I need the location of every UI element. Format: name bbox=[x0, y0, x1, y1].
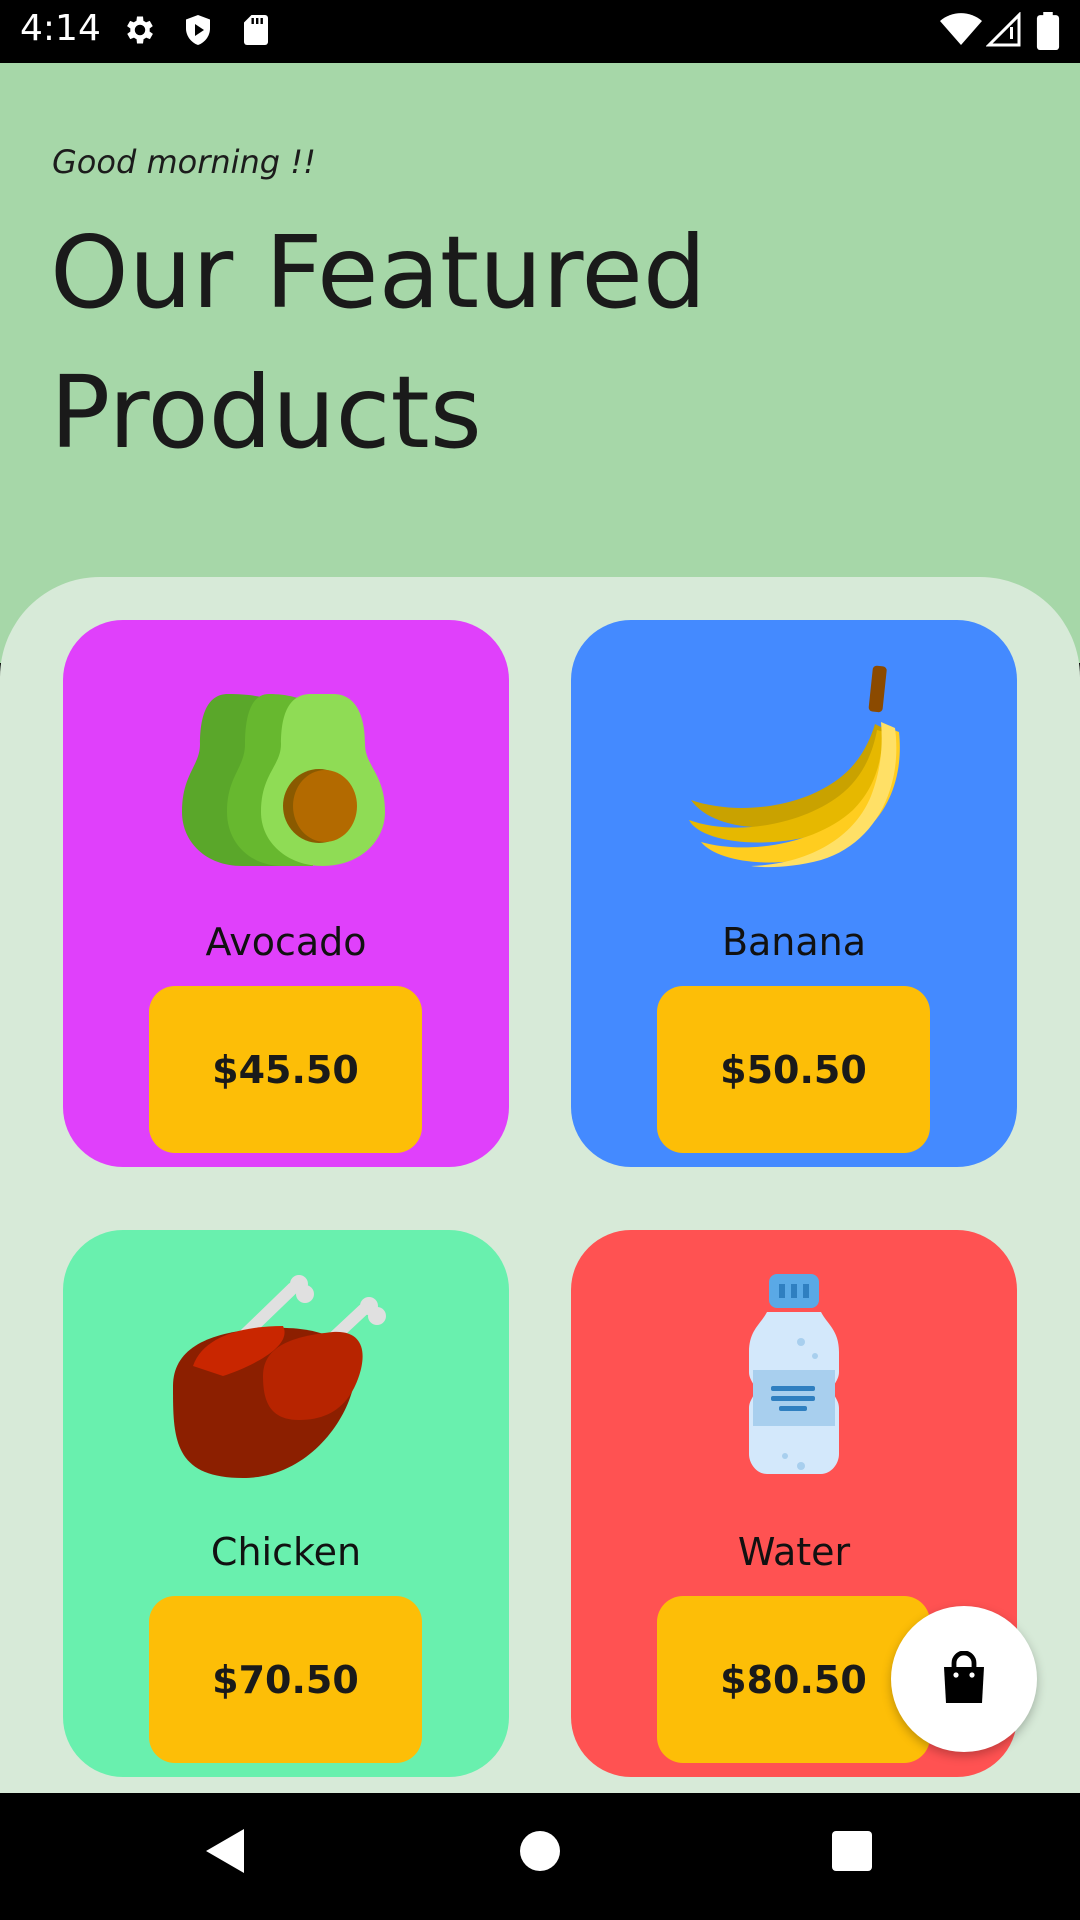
home-icon[interactable] bbox=[516, 1823, 572, 1879]
product-card-avocado[interactable]: Avocado $45.50 bbox=[63, 620, 509, 1167]
greeting-text: Good morning !! bbox=[52, 143, 316, 181]
status-time: 4:14 bbox=[20, 8, 101, 49]
product-card-chicken[interactable]: Chicken $70.50 bbox=[63, 1230, 509, 1777]
price-button[interactable]: $80.50 bbox=[657, 1596, 930, 1763]
gear-icon bbox=[127, 16, 153, 44]
signal-icon bbox=[986, 12, 1021, 47]
status-bar: 4:14 bbox=[0, 0, 1080, 63]
product-name: Water bbox=[737, 1530, 851, 1574]
recents-icon[interactable] bbox=[826, 1823, 882, 1879]
product-name: Chicken bbox=[210, 1530, 362, 1574]
chicken-icon bbox=[173, 1275, 386, 1478]
sd-card-icon bbox=[244, 15, 268, 45]
navigation-bar bbox=[0, 1793, 1080, 1920]
product-name: Avocado bbox=[205, 920, 367, 964]
cart-fab-button[interactable] bbox=[891, 1606, 1037, 1752]
product-grid: Avocado $45.50 Banana $50.50 Chicken $70… bbox=[0, 577, 1080, 1793]
shopping-bag-icon bbox=[944, 1651, 984, 1703]
header: Good morning !! Our Featured Products bbox=[0, 63, 1080, 663]
water-bottle-icon bbox=[749, 1274, 839, 1474]
price-button[interactable]: $50.50 bbox=[657, 986, 930, 1153]
wifi-icon bbox=[940, 13, 982, 45]
product-card-banana[interactable]: Banana $50.50 bbox=[571, 620, 1017, 1167]
battery-icon bbox=[1036, 12, 1060, 50]
price-button[interactable]: $45.50 bbox=[149, 986, 422, 1153]
price-button[interactable]: $70.50 bbox=[149, 1596, 422, 1763]
play-shield-icon bbox=[186, 15, 210, 45]
page-title: Our Featured Products bbox=[50, 214, 707, 471]
banana-icon bbox=[689, 665, 900, 868]
avocado-icon bbox=[182, 694, 385, 866]
back-icon[interactable] bbox=[200, 1823, 250, 1879]
product-name: Banana bbox=[721, 920, 867, 964]
